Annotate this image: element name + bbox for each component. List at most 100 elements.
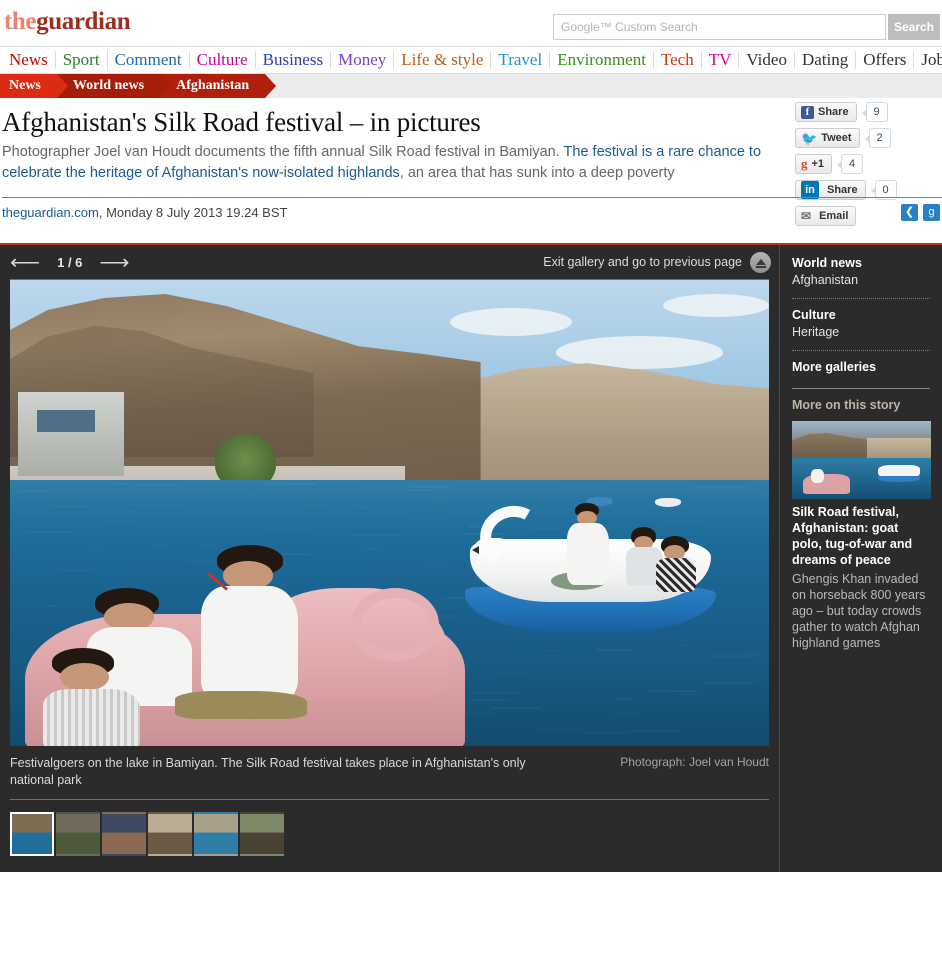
nav-item-culture[interactable]: Culture [190, 51, 256, 69]
sidebar-divider [792, 298, 930, 299]
water-ripple [132, 484, 181, 486]
trousers-shape [175, 691, 307, 719]
water-ripple [120, 511, 135, 513]
more-galleries-link[interactable]: More galleries [792, 359, 930, 376]
gallery-thumbnail[interactable] [194, 812, 238, 856]
person-head [223, 561, 273, 590]
nav-item-tech[interactable]: Tech [654, 51, 702, 69]
nav-item-dating[interactable]: Dating [795, 51, 856, 69]
nav-item-offers[interactable]: Offers [856, 51, 914, 69]
top-navigation: News Sport Comment Culture Business Money Life… [0, 46, 942, 74]
social-row-facebook: f Share 9 [795, 102, 940, 122]
water-ripple [327, 513, 376, 515]
nav-item-money[interactable]: Money [331, 51, 394, 69]
water-ripple [261, 529, 310, 531]
water-ripple [694, 486, 747, 488]
nav-item-life-style[interactable]: Life & style [394, 51, 491, 69]
related-story-trail: Ghengis Khan invaded on horseback 800 ye… [792, 571, 930, 651]
related-story-thumbnail[interactable] [792, 421, 931, 499]
water-ripple [648, 690, 697, 692]
social-row-googleplus: g +1 4 [795, 154, 940, 174]
water-ripple [540, 650, 562, 652]
gallery-thumbnail[interactable] [148, 812, 192, 856]
water-ripple [10, 491, 34, 493]
gallery: ⟵ 1 / 6 ⟶ Exit gallery and go to previou… [0, 245, 942, 872]
water-ripple [308, 505, 325, 507]
google-plus-icon: g [801, 156, 808, 172]
arrow-left-icon[interactable]: ⟵ [10, 252, 40, 273]
gallery-thumbnail[interactable] [240, 812, 284, 856]
water-ripple [630, 730, 679, 732]
guardian-icon[interactable]: g [923, 204, 940, 221]
sidebar-section-culture[interactable]: Culture Heritage [792, 307, 930, 341]
person-body [567, 523, 608, 585]
breadcrumb-item-world-news[interactable]: World news [57, 74, 160, 98]
water-ripple [612, 714, 636, 716]
logo-the: the [4, 8, 36, 35]
person-playing-flute [201, 545, 298, 704]
person-head [60, 663, 108, 691]
sidebar-subitem[interactable]: Afghanistan [792, 272, 930, 289]
nav-item-environment[interactable]: Environment [550, 51, 654, 69]
swan-head [475, 538, 505, 554]
gallery-thumbnail[interactable] [102, 812, 146, 856]
breadcrumb-item-afghanistan[interactable]: Afghanistan [160, 74, 265, 98]
googleplus-count: 4 [841, 154, 863, 174]
water-ripple [596, 649, 632, 651]
water-ripple [471, 699, 509, 701]
sidebar-section-world-news[interactable]: World news Afghanistan [792, 255, 930, 289]
facebook-count: 9 [866, 102, 888, 122]
water-ripple [733, 621, 757, 623]
water-ripple [696, 738, 720, 740]
nav-item-tv[interactable]: TV [702, 51, 740, 69]
googleplus-share-button[interactable]: g +1 [795, 154, 832, 174]
exit-gallery-label[interactable]: Exit gallery and go to previous page [543, 255, 742, 269]
sidebar-divider [792, 350, 930, 351]
share-icon[interactable]: ❮ [901, 204, 918, 221]
nav-item-jobs[interactable]: Jobs [914, 51, 942, 69]
search-input[interactable] [553, 14, 886, 40]
water-ripple [586, 732, 630, 734]
water-ripple [708, 655, 755, 657]
linkedin-label: Share [827, 184, 858, 196]
nav-item-travel[interactable]: Travel [491, 51, 550, 69]
water-ripple [87, 482, 111, 484]
gallery-sidebar: World news Afghanistan Culture Heritage … [779, 245, 942, 872]
nav-item-business[interactable]: Business [256, 51, 331, 69]
person-body [656, 558, 696, 592]
nav-item-news[interactable]: News [2, 51, 56, 69]
source-link[interactable]: theguardian.com [2, 205, 99, 220]
facebook-icon: f [801, 106, 814, 119]
water-ripple [464, 713, 496, 715]
facebook-share-button[interactable]: f Share [795, 102, 857, 122]
water-ripple [562, 484, 604, 486]
swan-beak [472, 546, 479, 554]
related-story-title[interactable]: Silk Road festival, Afghanistan: goat po… [792, 504, 930, 568]
gallery-thumbnail[interactable] [10, 812, 54, 856]
twitter-share-button[interactable]: 🐦 Tweet [795, 128, 860, 148]
person-seated [656, 536, 696, 593]
arrow-right-icon[interactable]: ⟶ [99, 252, 129, 273]
social-row-twitter: 🐦 Tweet 2 [795, 128, 940, 148]
search-box: Search [553, 14, 940, 40]
publish-date: , Monday 8 July 2013 19.24 BST [99, 205, 288, 220]
water-ripple [24, 531, 73, 533]
water-ripple [488, 674, 521, 676]
shrine-building [18, 392, 124, 476]
gallery-thumbnail[interactable] [56, 812, 100, 856]
nav-item-sport[interactable]: Sport [56, 51, 108, 69]
eject-icon[interactable] [750, 252, 771, 273]
water-ripple [473, 692, 520, 694]
breadcrumb-item-news[interactable]: News [0, 74, 57, 98]
water-ripple [751, 700, 764, 702]
guardian-article-page: theguardian Search NewsSportCommentCultu… [0, 0, 942, 959]
nav-item-video[interactable]: Video [739, 51, 795, 69]
search-button[interactable]: Search [888, 14, 940, 40]
sidebar-subitem[interactable]: Heritage [792, 324, 930, 341]
water-ripple [347, 534, 399, 536]
water-ripple [250, 491, 262, 493]
water-ripple [410, 517, 448, 519]
gallery-photo[interactable] [10, 280, 769, 746]
nav-item-comment[interactable]: Comment [108, 51, 190, 69]
gallery-counter: 1 / 6 [57, 255, 82, 270]
